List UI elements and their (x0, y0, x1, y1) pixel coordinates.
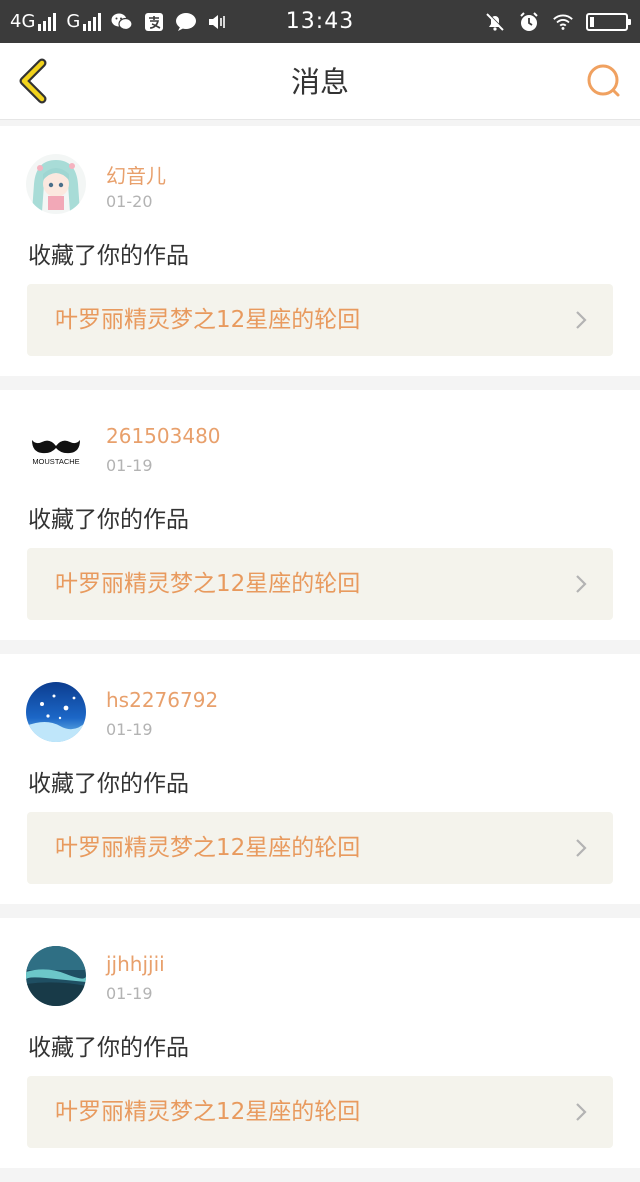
work-link[interactable]: 叶罗丽精灵梦之12星座的轮回 (27, 284, 613, 356)
anime-girl-avatar-icon (26, 154, 86, 214)
username[interactable]: jjhhjjii (106, 952, 165, 976)
chevron-right-icon (576, 575, 587, 593)
wifi-icon (552, 11, 574, 33)
moustache-text: MOUSTACHE (32, 457, 79, 466)
work-title: 叶罗丽精灵梦之12星座的轮回 (55, 1099, 361, 1125)
status-right (484, 0, 631, 43)
message-card: MOUSTACHE 261503480 01-19 收藏了你的作品 叶罗丽精灵梦… (0, 390, 640, 640)
chevron-right-icon (576, 1103, 587, 1121)
message-card: 幻音儿 01-20 收藏了你的作品 叶罗丽精灵梦之12星座的轮回 (0, 126, 640, 376)
nav-header: 消息 (0, 43, 640, 120)
work-link[interactable]: 叶罗丽精灵梦之12星座的轮回 (27, 548, 613, 620)
battery-icon (586, 12, 631, 31)
message-date: 01-19 (106, 984, 153, 1003)
ocean-aerial-avatar-icon (26, 946, 86, 1006)
back-button[interactable] (14, 57, 54, 105)
chevron-left-icon (19, 58, 47, 104)
status-bar: 4G G 13:43 (0, 0, 640, 43)
work-title: 叶罗丽精灵梦之12星座的轮回 (55, 307, 361, 333)
search-button[interactable] (584, 61, 624, 101)
work-link[interactable]: 叶罗丽精灵梦之12星座的轮回 (27, 1076, 613, 1148)
avatar[interactable]: MOUSTACHE (26, 418, 86, 478)
action-text: 收藏了你的作品 (28, 243, 189, 269)
work-title: 叶罗丽精灵梦之12星座的轮回 (55, 571, 361, 597)
avatar[interactable] (26, 946, 86, 1006)
username[interactable]: 261503480 (106, 424, 221, 448)
action-text: 收藏了你的作品 (28, 771, 189, 797)
avatar[interactable] (26, 682, 86, 742)
chevron-right-icon (576, 839, 587, 857)
action-text: 收藏了你的作品 (28, 1035, 189, 1061)
message-date: 01-20 (106, 192, 153, 211)
alarm-icon (518, 11, 540, 33)
message-card: jjhhjjii 01-19 收藏了你的作品 叶罗丽精灵梦之12星座的轮回 (0, 918, 640, 1168)
avatar[interactable] (26, 154, 86, 214)
username[interactable]: hs2276792 (106, 688, 218, 712)
message-list: 幻音儿 01-20 收藏了你的作品 叶罗丽精灵梦之12星座的轮回 MOUSTAC… (0, 126, 640, 1182)
blue-snowflake-avatar-icon (26, 682, 86, 742)
work-link[interactable]: 叶罗丽精灵梦之12星座的轮回 (27, 812, 613, 884)
page-title: 消息 (290, 65, 349, 99)
message-card: hs2276792 01-19 收藏了你的作品 叶罗丽精灵梦之12星座的轮回 (0, 654, 640, 904)
action-text: 收藏了你的作品 (28, 507, 189, 533)
search-icon (587, 64, 620, 97)
chevron-right-icon (576, 311, 587, 329)
username[interactable]: 幻音儿 (106, 160, 166, 189)
message-date: 01-19 (106, 456, 153, 475)
message-date: 01-19 (106, 720, 153, 739)
moustache-avatar-icon: MOUSTACHE (26, 418, 86, 478)
work-title: 叶罗丽精灵梦之12星座的轮回 (55, 835, 361, 861)
mute-bell-icon (484, 11, 506, 33)
